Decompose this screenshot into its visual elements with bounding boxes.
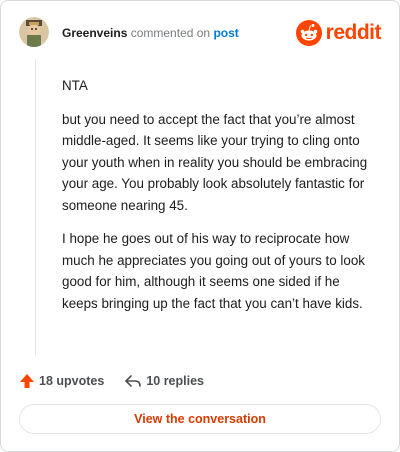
avatar-image bbox=[19, 17, 49, 47]
brand-name: reddit bbox=[325, 21, 382, 44]
post-link[interactable]: post bbox=[213, 26, 238, 40]
comment-body: NTA but you need to accept the fact that… bbox=[62, 75, 378, 326]
reply-arrow-icon bbox=[125, 375, 142, 387]
reply-count: 10 replies bbox=[146, 374, 204, 388]
view-conversation-button[interactable]: View the conversation bbox=[19, 404, 381, 434]
comment-meta: Greenveins commented on post bbox=[62, 26, 239, 40]
comment-header: Greenveins commented on post reddit bbox=[19, 17, 382, 49]
thread-line bbox=[35, 59, 36, 355]
reddit-alien-icon bbox=[295, 20, 322, 46]
avatar[interactable] bbox=[19, 17, 49, 47]
reddit-logo[interactable]: reddit bbox=[295, 19, 382, 47]
comment-card: Greenveins commented on post reddit NTA … bbox=[0, 0, 400, 452]
upvote-count: 18 upvotes bbox=[39, 374, 105, 388]
comment-paragraph: I hope he goes out of his way to recipro… bbox=[62, 231, 365, 311]
action-text: commented on bbox=[130, 26, 211, 40]
comment-paragraph: but you need to accept the fact that you… bbox=[62, 111, 368, 213]
upvote-arrow-icon bbox=[20, 374, 34, 388]
comment-paragraph: NTA bbox=[62, 78, 88, 93]
replies-button[interactable]: 10 replies bbox=[124, 373, 204, 389]
comment-footer: 18 upvotes 10 replies bbox=[19, 371, 204, 391]
username-link[interactable]: Greenveins bbox=[62, 26, 127, 40]
upvote-button[interactable]: 18 upvotes bbox=[19, 373, 104, 389]
